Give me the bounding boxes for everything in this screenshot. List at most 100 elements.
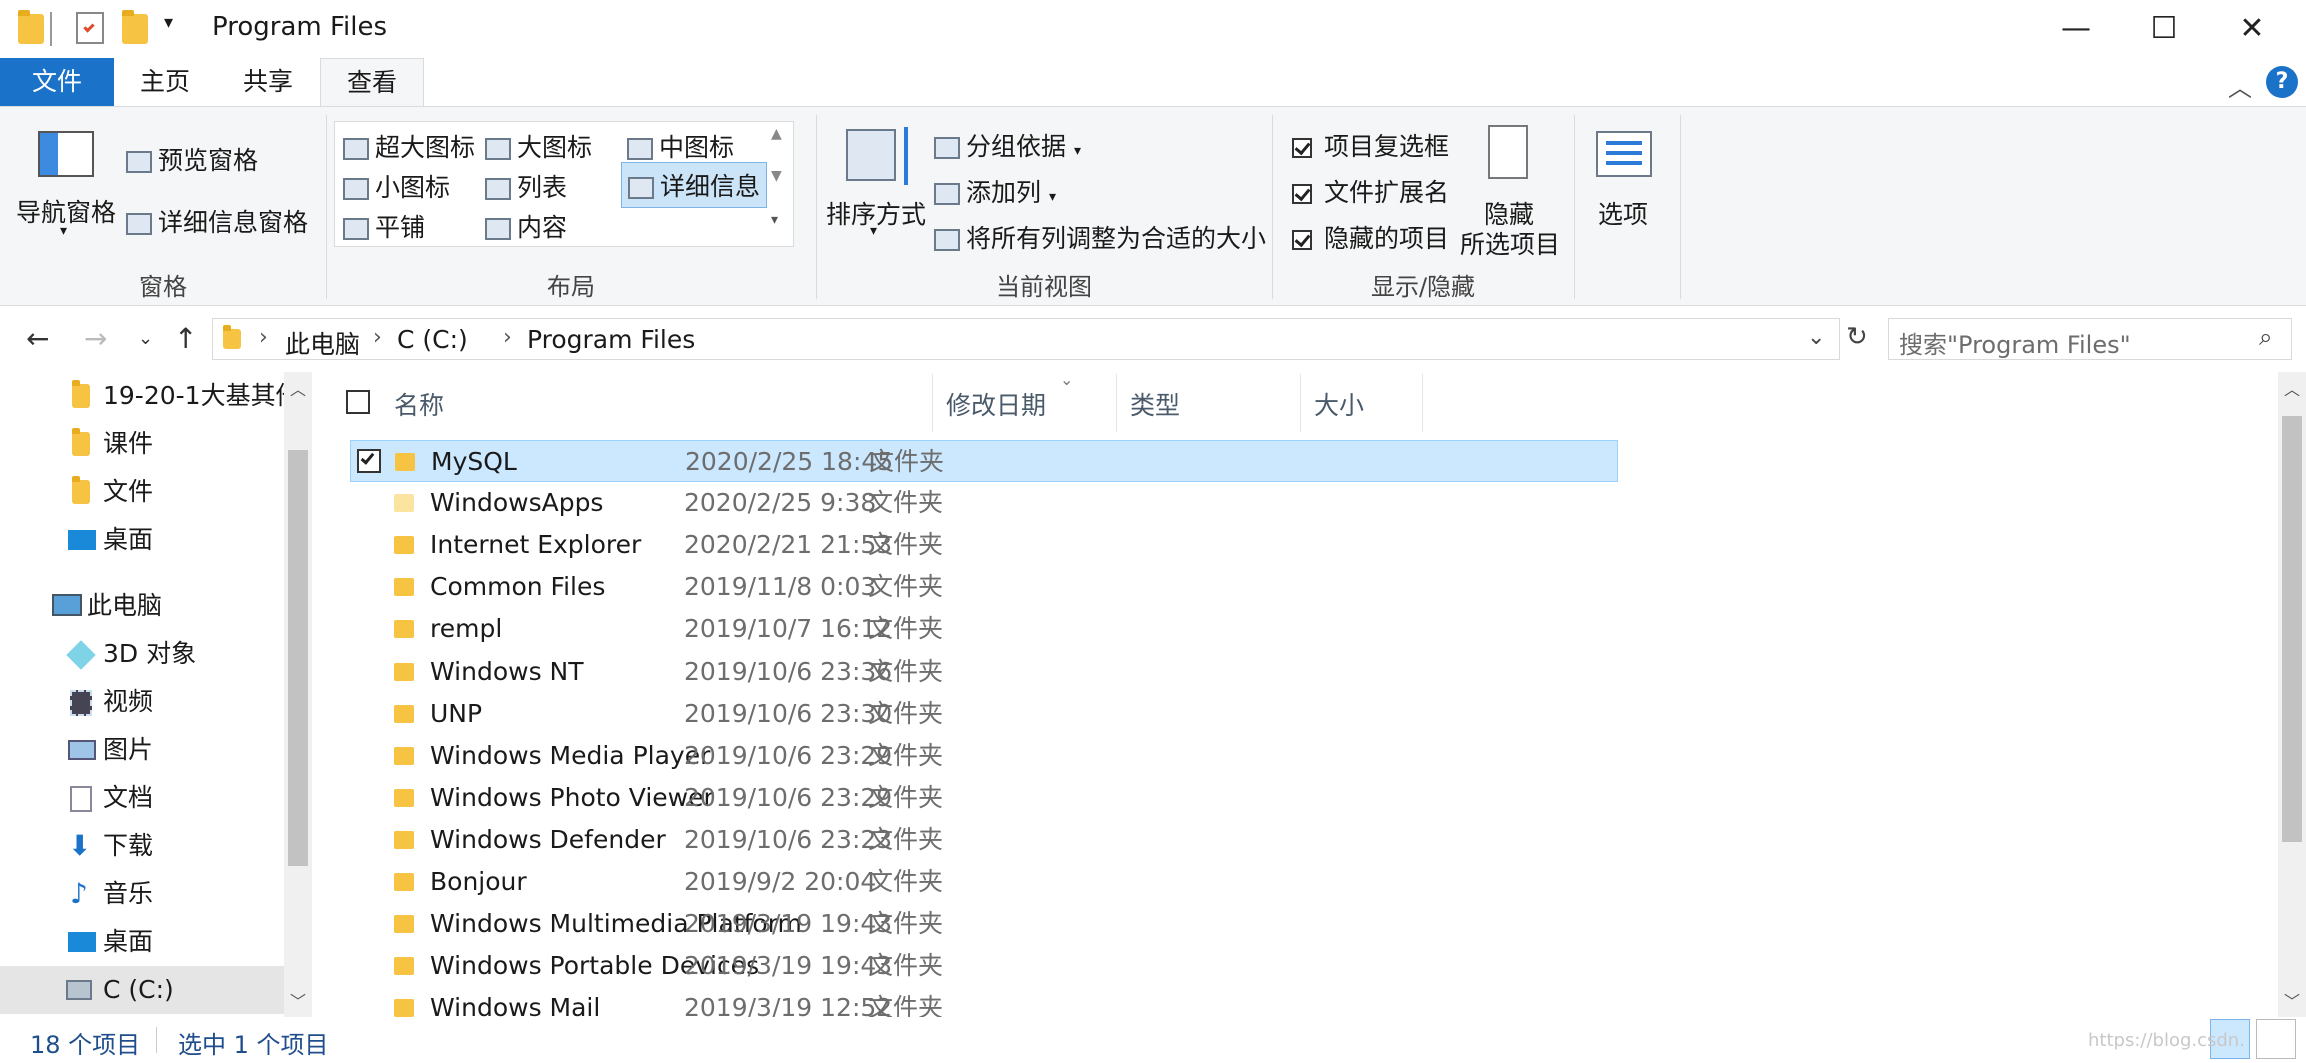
chevron-down-icon[interactable]: ▾ bbox=[870, 223, 877, 239]
table-row[interactable]: WindowsApps 2020/2/25 9:38 文件夹 bbox=[350, 482, 1618, 524]
layout-content[interactable]: 内容 bbox=[485, 208, 567, 244]
scroll-down-icon[interactable]: ﹀ bbox=[290, 988, 306, 1012]
column-divider[interactable] bbox=[1116, 374, 1117, 432]
search-input[interactable]: 搜索"Program Files" ⌕ bbox=[1888, 318, 2292, 360]
hide-selected-line2[interactable]: 所选项目 bbox=[1460, 225, 1560, 261]
table-row[interactable]: Windows Defender 2019/10/6 23:23 文件夹 bbox=[350, 819, 1618, 861]
item-checkboxes-toggle[interactable]: 项目复选框 bbox=[1292, 127, 1449, 163]
layout-tiles[interactable]: 平铺 bbox=[343, 208, 425, 244]
back-arrow-icon[interactable]: ← bbox=[26, 322, 49, 355]
table-row[interactable]: MySQL 2020/2/25 18:45 文件夹 bbox=[350, 440, 1618, 482]
table-row[interactable]: rempl 2019/10/7 16:12 文件夹 bbox=[350, 608, 1618, 650]
column-header-name[interactable]: 名称 bbox=[394, 386, 444, 422]
properties-icon[interactable] bbox=[76, 12, 104, 44]
close-button[interactable]: ✕ bbox=[2200, 0, 2304, 58]
group-by-button[interactable]: 分组依据 ▾ bbox=[934, 127, 1081, 163]
sort-icon[interactable] bbox=[846, 127, 908, 185]
help-icon[interactable]: ? bbox=[2266, 66, 2298, 98]
hide-selected-icon[interactable] bbox=[1488, 125, 1528, 179]
column-divider[interactable] bbox=[1300, 374, 1301, 432]
sidebar-item-3d-objects[interactable]: 3D 对象 bbox=[0, 630, 285, 678]
table-row[interactable]: Windows Multimedia Platform 2019/3/19 19:… bbox=[350, 903, 1618, 945]
navigation-pane-icon[interactable] bbox=[38, 131, 94, 177]
sidebar-item-this-pc[interactable]: 此电脑 bbox=[0, 582, 285, 630]
tab-view[interactable]: 查看 bbox=[320, 58, 424, 107]
sidebar-scrollbar[interactable]: ︿ ﹀ bbox=[284, 372, 312, 1017]
preview-pane-button[interactable]: 预览窗格 bbox=[126, 141, 258, 177]
sidebar-item-documents[interactable]: 文档 bbox=[0, 774, 285, 822]
breadcrumb-c-drive[interactable]: C (C:) bbox=[397, 325, 468, 354]
address-bar[interactable]: › 此电脑 › C (C:) › Program Files ⌄ bbox=[212, 318, 1840, 360]
sidebar-item-downloads[interactable]: ⬇ 下载 bbox=[0, 822, 285, 870]
address-dropdown-chevron-icon[interactable]: ⌄ bbox=[1807, 325, 1825, 350]
column-header-date-modified[interactable]: 修改日期 bbox=[946, 386, 1046, 422]
scroll-up-icon[interactable]: ︿ bbox=[2284, 376, 2300, 400]
file-list-scrollbar[interactable]: ︿ ﹀ bbox=[2278, 372, 2306, 1017]
table-row[interactable]: Windows Media Player 2019/10/6 23:29 文件夹 bbox=[350, 735, 1618, 777]
sidebar-item-desktop[interactable]: 桌面 bbox=[0, 516, 285, 564]
layout-medium-icons[interactable]: 中图标 bbox=[627, 128, 734, 164]
collapse-ribbon-icon[interactable]: ︿ bbox=[2228, 68, 2252, 103]
select-all-checkbox[interactable] bbox=[346, 390, 370, 414]
sidebar-item-19-20-1[interactable]: 19-20-1大基其他 bbox=[0, 372, 285, 420]
scroll-down-icon[interactable]: ﹀ bbox=[2284, 988, 2300, 1012]
table-row[interactable]: Common Files 2019/11/8 0:03 文件夹 bbox=[350, 566, 1618, 608]
new-folder-icon[interactable] bbox=[122, 10, 148, 44]
column-header-size[interactable]: 大小 bbox=[1314, 386, 1364, 422]
layout-extra-large-icons[interactable]: 超大图标 bbox=[343, 128, 475, 164]
column-header-type[interactable]: 类型 bbox=[1130, 386, 1180, 422]
sidebar-item-videos[interactable]: 视频 bbox=[0, 678, 285, 726]
sidebar-item-c-drive[interactable]: C (C:) bbox=[0, 966, 285, 1014]
table-row[interactable]: Internet Explorer 2020/2/21 21:53 文件夹 bbox=[350, 524, 1618, 566]
sidebar-scroll-thumb[interactable] bbox=[288, 450, 308, 866]
chevron-right-icon[interactable]: › bbox=[373, 325, 382, 350]
table-row[interactable]: Windows Mail 2019/3/19 12:52 文件夹 bbox=[350, 987, 1618, 1017]
layout-list[interactable]: 列表 bbox=[485, 168, 567, 204]
chevron-right-icon[interactable]: › bbox=[503, 325, 512, 350]
recent-locations-chevron-icon[interactable]: ⌄ bbox=[138, 328, 153, 349]
options-button[interactable]: 选项 bbox=[1598, 195, 1648, 231]
scroll-up-icon[interactable]: ︿ bbox=[290, 376, 306, 400]
breadcrumb-this-pc[interactable]: 此电脑 bbox=[285, 325, 360, 361]
layout-details[interactable]: 详细信息 bbox=[621, 162, 768, 208]
size-columns-button[interactable]: 将所有列调整为合适的大小 bbox=[934, 219, 1266, 255]
gallery-scroll-down-icon[interactable]: ▼ bbox=[771, 168, 782, 184]
tab-file[interactable]: 文件 bbox=[0, 58, 114, 106]
add-columns-button[interactable]: 添加列 ▾ bbox=[934, 173, 1056, 209]
sidebar-item-courseware[interactable]: 课件 bbox=[0, 420, 285, 468]
tab-share[interactable]: 共享 bbox=[216, 58, 320, 106]
sidebar-item-desktop-2[interactable]: 桌面 bbox=[0, 918, 285, 966]
sort-chevron-icon: ⌄ bbox=[1060, 372, 1074, 389]
sidebar-item-pictures[interactable]: 图片 bbox=[0, 726, 285, 774]
sidebar-item-music[interactable]: ♪ 音乐 bbox=[0, 870, 285, 918]
table-row[interactable]: Windows NT 2019/10/6 23:36 文件夹 bbox=[350, 651, 1618, 693]
up-arrow-icon[interactable]: ↑ bbox=[174, 322, 197, 355]
table-row[interactable]: Windows Photo Viewer 2019/10/6 23:29 文件夹 bbox=[350, 777, 1618, 819]
breadcrumb-program-files[interactable]: Program Files bbox=[527, 325, 695, 354]
table-row[interactable]: Bonjour 2019/9/2 20:04 文件夹 bbox=[350, 861, 1618, 903]
chevron-right-icon[interactable]: › bbox=[259, 325, 268, 350]
search-icon[interactable]: ⌕ bbox=[2259, 323, 2272, 351]
file-extensions-toggle[interactable]: 文件扩展名 bbox=[1292, 173, 1449, 209]
layout-small-icons[interactable]: 小图标 bbox=[343, 168, 450, 204]
large-icons-view-icon[interactable] bbox=[2256, 1019, 2296, 1059]
gallery-scroll-up-icon[interactable]: ▲ bbox=[771, 126, 782, 142]
hidden-items-toggle[interactable]: 隐藏的项目 bbox=[1292, 219, 1449, 255]
column-divider[interactable] bbox=[932, 374, 933, 432]
details-pane-button[interactable]: 详细信息窗格 bbox=[126, 203, 308, 239]
chevron-down-icon[interactable]: ▾ bbox=[60, 223, 67, 239]
row-checkbox[interactable] bbox=[357, 449, 381, 473]
column-divider[interactable] bbox=[1422, 374, 1423, 432]
layout-large-icons[interactable]: 大图标 bbox=[485, 128, 592, 164]
table-row[interactable]: UNP 2019/10/6 23:30 文件夹 bbox=[350, 693, 1618, 735]
options-icon[interactable] bbox=[1596, 131, 1652, 177]
tab-home[interactable]: 主页 bbox=[114, 58, 216, 106]
table-row[interactable]: Windows Portable Devices 2019/3/19 19:43 文… bbox=[350, 945, 1618, 987]
sidebar-item-files[interactable]: 文件 bbox=[0, 468, 285, 516]
customize-quick-access-icon[interactable]: ▾ bbox=[164, 12, 173, 33]
forward-arrow-icon[interactable]: → bbox=[84, 322, 107, 355]
large-icons-icon bbox=[485, 138, 511, 160]
gallery-expand-icon[interactable]: ▾ bbox=[771, 212, 778, 228]
refresh-icon[interactable]: ↻ bbox=[1846, 322, 1868, 352]
file-list-scroll-thumb[interactable] bbox=[2282, 416, 2302, 842]
